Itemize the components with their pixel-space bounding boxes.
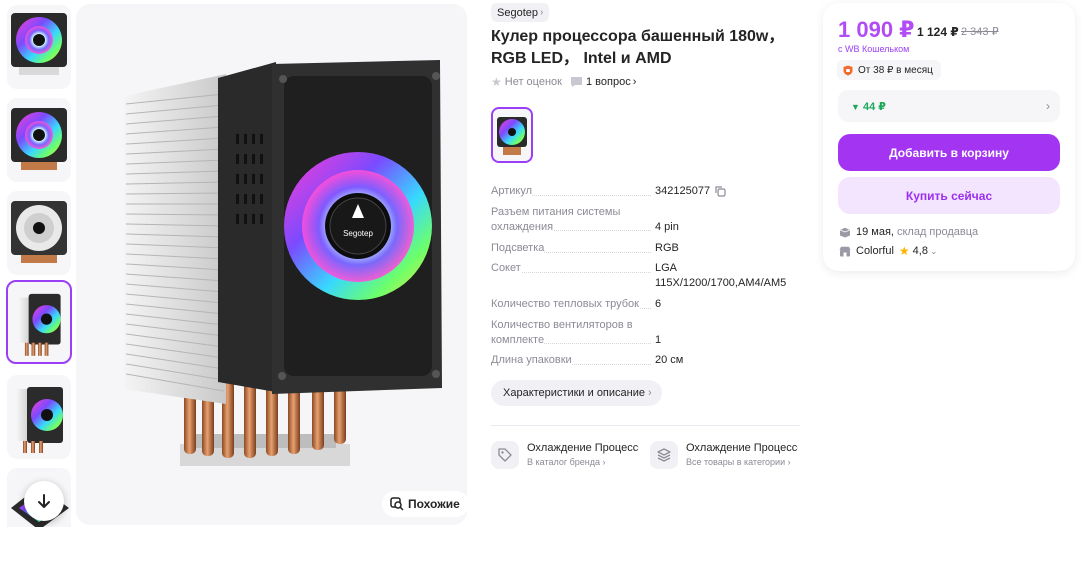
spec-key: Сокет xyxy=(491,262,521,274)
variant-thumbnail xyxy=(497,117,527,155)
questions-text: 1 вопрос xyxy=(585,76,631,88)
fan-logo-text: Segotep xyxy=(343,229,373,238)
delivery-source: склад продавца xyxy=(896,226,979,238)
price-card: 1 090 ₽ 1 124 ₽ 2 343 ₽ с WB Кошельком О… xyxy=(823,3,1075,271)
seller-info[interactable]: Colorful ★ 4,8 ⌄ xyxy=(839,244,938,258)
search-similar-icon xyxy=(390,497,404,511)
heatsink-fins xyxy=(124,74,226,404)
cooler-rgb-thumbnail xyxy=(11,108,67,170)
star-icon: ★ xyxy=(898,244,910,258)
spec-key: Длина упаковки xyxy=(491,354,572,366)
chevron-right-icon: › xyxy=(539,7,544,18)
spec-value-wrap: 342125077 xyxy=(655,184,805,199)
spec-value: LGA 115X/1200/1700,AM4/AM5 xyxy=(655,262,787,289)
thumbnail-1[interactable] xyxy=(7,5,71,89)
spec-key: Подсветка xyxy=(491,242,545,254)
similar-button[interactable]: Похожие xyxy=(382,491,467,517)
spec-row: Сокет LGA 115X/1200/1700,AM4/AM5 xyxy=(491,261,801,291)
delivery-info: 19 мая, склад продавца xyxy=(839,226,978,238)
spec-key: Количество тепловых трубок xyxy=(491,298,639,310)
spec-row: Длина упаковки 20 см xyxy=(491,353,801,369)
brand-link[interactable]: Segotep › xyxy=(491,3,550,22)
spec-row: Артикул 342125077 xyxy=(491,184,801,200)
similar-label: Похожие xyxy=(408,497,460,511)
thumbnail-3[interactable] xyxy=(7,191,71,275)
questions-link[interactable]: 1 вопрос › xyxy=(570,76,636,88)
thumbnail-2[interactable] xyxy=(7,98,71,182)
shop-icon xyxy=(839,246,851,256)
main-product-image[interactable]: Segotep Похожие xyxy=(76,4,467,525)
link-subtitle: Все товары в категории xyxy=(686,457,786,467)
spec-value: 20 см xyxy=(655,354,684,366)
link-subtitle: В каталог бренда xyxy=(527,457,601,467)
thumbnail-4[interactable] xyxy=(6,280,72,364)
spec-value: 4 pin xyxy=(655,221,679,233)
spec-value: RGB xyxy=(655,242,679,254)
cpu-cooler-image: Segotep xyxy=(124,60,442,466)
spec-row: Количество вентиляторов в комплекте 1 xyxy=(491,318,801,348)
brand-catalog-link[interactable]: Охлаждение Процессора В каталог бренда › xyxy=(491,441,639,471)
delivery-date: 19 мая, xyxy=(856,226,894,238)
price-without-wallet: 1 124 ₽ xyxy=(917,25,959,39)
cashback-row[interactable]: ▼ 44 ₽ › xyxy=(838,90,1060,122)
rating-text: Нет оценок xyxy=(504,76,562,88)
spec-key: Артикул xyxy=(491,185,533,197)
box-icon xyxy=(839,227,851,237)
link-title: Охлаждение Процессора xyxy=(527,442,639,454)
chevron-down-icon: ⌄ xyxy=(929,245,938,256)
brand-name: Segotep xyxy=(497,6,538,19)
chevron-right-icon: › xyxy=(787,457,791,467)
spec-row: Подсветка RGB xyxy=(491,241,801,257)
star-icon: ★ xyxy=(491,75,502,89)
cooler-angle-thumbnail xyxy=(17,387,63,453)
color-variant-selected[interactable] xyxy=(491,107,533,163)
chevron-right-icon: › xyxy=(1046,99,1050,113)
spec-row: Количество тепловых трубок 6 xyxy=(491,297,801,313)
price-current: 1 090 ₽ xyxy=(838,17,915,42)
scroll-down-button[interactable] xyxy=(24,481,64,521)
buy-now-button[interactable]: Купить сейчас xyxy=(838,177,1060,214)
cashback-value-wrap: ▼ 44 ₽ xyxy=(851,100,886,113)
installment-text: От 38 ₽ в месяц xyxy=(858,64,933,76)
spec-value: 6 xyxy=(655,298,662,310)
category-link[interactable]: Охлаждение Процессора Все товары в катег… xyxy=(650,441,798,471)
add-to-cart-button[interactable]: Добавить в корзину xyxy=(838,134,1060,171)
triangle-down-icon: ▼ xyxy=(851,102,860,112)
thumbnail-strip xyxy=(6,5,72,527)
spec-row: Разъем питания системы охлаждения 4 pin xyxy=(491,205,801,235)
installment-badge[interactable]: От 38 ₽ в месяц xyxy=(837,60,941,80)
divider xyxy=(491,425,800,426)
cashback-value: 44 ₽ xyxy=(862,101,886,113)
chevron-right-icon: › xyxy=(632,76,637,88)
spec-key: Количество вентиляторов в комплекте xyxy=(491,319,633,346)
cooler-side-thumbnail xyxy=(19,293,61,356)
tag-icon xyxy=(491,441,519,469)
link-title: Охлаждение Процессора xyxy=(686,442,798,454)
shield-icon xyxy=(843,65,853,75)
characteristics-button[interactable]: Характеристики и описание › xyxy=(491,380,662,406)
wallet-note: с WB Кошельком xyxy=(838,44,910,54)
thumbnail-5[interactable] xyxy=(7,375,71,459)
cooler-rgb-thumbnail xyxy=(11,13,67,75)
price-old: 2 343 ₽ xyxy=(961,26,999,38)
spec-key: Разъем питания системы охлаждения xyxy=(491,206,621,233)
chevron-right-icon: › xyxy=(648,387,652,399)
characteristics-label: Характеристики и описание xyxy=(503,387,645,399)
arrow-down-icon xyxy=(38,494,50,508)
seller-rating: 4,8 xyxy=(912,245,928,257)
cooler-white-thumbnail xyxy=(11,201,67,263)
chevron-right-icon: › xyxy=(602,457,606,467)
copy-icon[interactable] xyxy=(715,186,726,197)
layers-icon xyxy=(650,441,678,469)
question-bubble-icon xyxy=(570,77,582,87)
seller-name: Colorful xyxy=(856,245,894,257)
spec-value: 1 xyxy=(655,334,662,346)
spec-value: 342125077 xyxy=(655,185,711,197)
product-title: Кулер процессора башенный 180w，RGB LED， … xyxy=(491,28,785,67)
rating-row: ★ Нет оценок 1 вопрос › xyxy=(491,75,636,89)
